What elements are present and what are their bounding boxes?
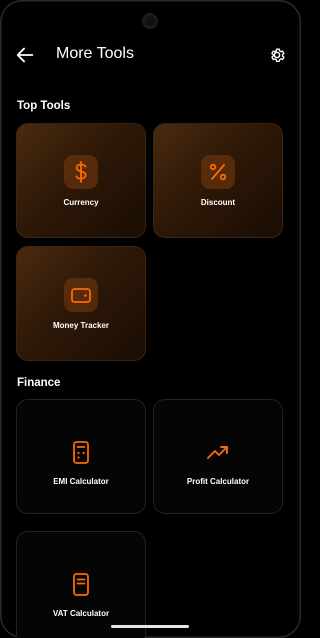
tool-label: Discount [200, 198, 236, 207]
tool-card-discount[interactable]: Discount [153, 123, 283, 238]
back-arrow-icon[interactable] [14, 44, 36, 66]
calculator-icon [64, 436, 98, 470]
trending-up-icon [201, 436, 235, 470]
section-title-top-tools: Top Tools [17, 100, 71, 112]
tool-label: Currency [63, 198, 99, 207]
top-app-bar: More Tools [0, 40, 301, 72]
percent-icon [201, 155, 235, 189]
home-indicator[interactable] [111, 625, 189, 628]
tool-label: EMI Calculator [53, 477, 109, 486]
tool-card-profit-calculator[interactable]: Profit Calculator [153, 399, 283, 514]
receipt-icon [64, 568, 98, 602]
tool-label: Money Tracker [52, 321, 110, 330]
gear-icon[interactable] [268, 46, 286, 64]
section-title-finance: Finance [17, 377, 61, 389]
wallet-icon [64, 278, 98, 312]
tool-card-vat-calculator[interactable]: VAT Calculator [16, 531, 146, 638]
page-title: More Tools [56, 45, 134, 62]
dollar-icon [64, 155, 98, 189]
phone-screen: More Tools Top Tools Currency Discount M… [0, 0, 301, 638]
front-camera [142, 13, 158, 29]
tool-label: Profit Calculator [186, 477, 250, 486]
tool-card-currency[interactable]: Currency [16, 123, 146, 238]
tool-card-emi-calculator[interactable]: EMI Calculator [16, 399, 146, 514]
tool-label: VAT Calculator [52, 609, 110, 618]
tool-card-money-tracker[interactable]: Money Tracker [16, 246, 146, 361]
